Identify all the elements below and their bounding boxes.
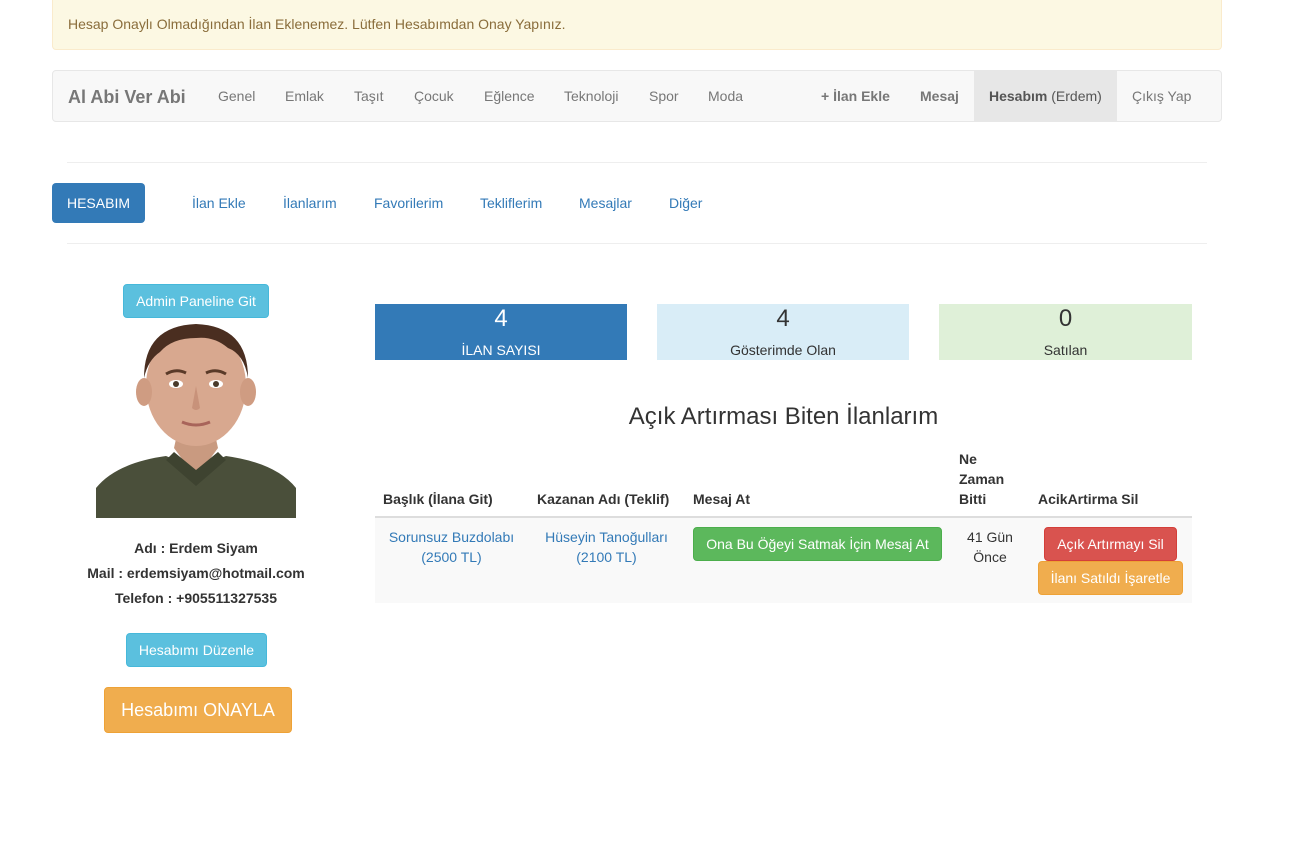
tab-favorilerim[interactable]: Favorilerim [374,183,443,223]
row-winner-name: Hüseyin Tanoğulları [545,529,668,545]
profile-photo [96,318,296,518]
col-header-when-2: Zaman [959,471,1005,487]
nav-category-cocuk[interactable]: Çocuk [399,71,469,121]
confirm-account-button[interactable]: Hesabımı ONAYLA [104,687,292,733]
row-ended-when-suffix: Önce [973,549,1007,565]
col-header-message: Mesaj At [693,491,751,507]
col-header-title: Başlık (İlana Git) [383,491,493,507]
ended-auctions-title: Açık Artırması Biten İlanlarım [628,403,939,430]
row-item-link[interactable]: Sorunsuz Buzdolabı (2500 TL) [383,527,520,567]
top-navbar: Al Abi Ver Abi Genel Emlak Taşıt Çocuk E… [52,70,1222,122]
nav-category-emlak[interactable]: Emlak [270,71,339,121]
nav-logout[interactable]: Çıkış Yap [1117,71,1206,121]
nav-add-listing[interactable]: + İlan Ekle [806,71,905,121]
divider-top [67,162,1207,163]
profile-phone: Telefon : +905511327535 [114,590,278,606]
send-sell-message-button[interactable]: Ona Bu Öğeyi Satmak İçin Mesaj At [693,527,942,561]
profile-name: Adı : Erdem Siyam [134,540,258,556]
nav-category-eglence[interactable]: Eğlence [469,71,550,121]
col-header-delete: AcikArtirma Sil [1038,491,1139,507]
profile-avatar-illustration [96,318,296,518]
row-winner-bid: (2100 TL) [576,549,637,565]
col-header-when-1: Ne [959,451,977,467]
stat-on-display: 4 Gösterimde Olan [657,304,909,360]
brand-logo[interactable]: Al Abi Ver Abi [68,87,186,108]
col-header-when-3: Bitti [959,491,987,507]
admin-panel-button[interactable]: Admin Paneline Git [123,284,269,318]
nav-category-tasit[interactable]: Taşıt [339,71,399,121]
tab-ilan-ekle[interactable]: İlan Ekle [192,183,246,223]
tab-diger[interactable]: Diğer [669,183,702,223]
row-winner-link[interactable]: Hüseyin Tanoğulları (2100 TL) [537,527,676,567]
stat-listing-count-label: İLAN SAYISI [461,342,541,358]
account-not-approved-alert: Hesap Onaylı Olmadığından İlan Eklenemez… [52,0,1222,50]
delete-auction-button[interactable]: Açık Artırmayı Sil [1044,527,1177,561]
stat-sold-value: 0 [1058,305,1073,332]
row-ended-when: 41 Gün Önce [959,527,1021,567]
nav-category-moda[interactable]: Moda [693,71,758,121]
nav-category-teknoloji[interactable]: Teknoloji [549,71,633,121]
nav-account[interactable]: Hesabım (Erdem) [974,71,1117,121]
tab-hesabim[interactable]: HESABIM [52,183,145,223]
nav-category-genel[interactable]: Genel [203,71,270,121]
stat-listing-count: 4 İLAN SAYISI [375,304,627,360]
stat-on-display-value: 4 [776,305,790,332]
stat-listing-count-value: 4 [494,305,508,332]
nav-category-spor[interactable]: Spor [634,71,694,121]
divider-tabs [67,243,1207,244]
alert-text: Hesap Onaylı Olmadığından İlan Eklenemez… [68,16,566,32]
stat-on-display-label: Gösterimde Olan [730,342,836,358]
stat-sold: 0 Satılan [939,304,1192,360]
nav-account-label: Hesabım [989,88,1048,104]
stat-sold-label: Satılan [1043,342,1088,358]
mark-sold-button[interactable]: İlanı Satıldı İşaretle [1038,561,1183,595]
row-item-price: (2500 TL) [421,549,482,565]
profile-mail: Mail : erdemsiyam@hotmail.com [87,565,305,581]
nav-message[interactable]: Mesaj [905,71,974,121]
tab-ilanlarim[interactable]: İlanlarım [283,183,337,223]
edit-account-button[interactable]: Hesabımı Düzenle [126,633,267,667]
row-item-name: Sorunsuz Buzdolabı [388,529,515,545]
nav-account-user: (Erdem) [1051,88,1102,104]
col-header-winner: Kazanan Adı (Teklif) [537,491,670,507]
row-ended-when-value: 41 Gün [967,529,1013,545]
tab-tekliflerim[interactable]: Tekliflerim [480,183,542,223]
tab-mesajlar[interactable]: Mesajlar [579,183,632,223]
